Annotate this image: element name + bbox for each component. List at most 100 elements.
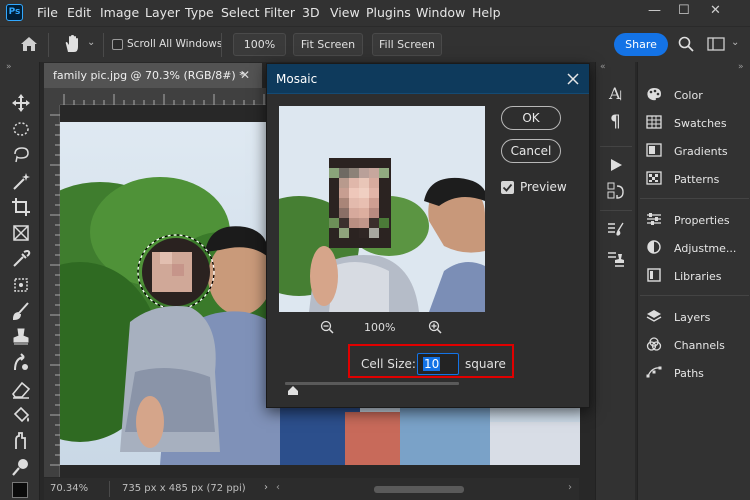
document-size-status: 735 px x 485 px (72 ppi) bbox=[122, 483, 246, 494]
menu-select[interactable]: Select bbox=[221, 5, 260, 20]
menu-layer[interactable]: Layer bbox=[145, 5, 180, 20]
menu-plugins[interactable]: Plugins bbox=[366, 5, 411, 20]
actions-play-icon[interactable] bbox=[609, 158, 623, 172]
spot-healing-icon[interactable] bbox=[10, 274, 32, 296]
menu-filter[interactable]: Filter bbox=[264, 5, 295, 20]
zoom-level-status[interactable]: 70.34% bbox=[50, 483, 88, 494]
menu-window[interactable]: Window bbox=[416, 5, 465, 20]
panel-color-label: Color bbox=[674, 89, 703, 102]
panel-patterns[interactable]: Patterns bbox=[646, 171, 719, 189]
close-tab-icon[interactable]: ✕ bbox=[240, 63, 250, 88]
foreground-color-swatch[interactable] bbox=[12, 482, 28, 498]
horizontal-scrollbar-thumb[interactable] bbox=[374, 486, 464, 493]
workspace-chevron-icon[interactable]: ⌄ bbox=[731, 37, 739, 48]
menu-image[interactable]: Image bbox=[100, 5, 139, 20]
dodge-tool-icon[interactable] bbox=[10, 456, 32, 478]
panel-layers-label: Layers bbox=[674, 311, 711, 324]
panel-swatches[interactable]: Swatches bbox=[646, 115, 727, 133]
zoom-out-icon[interactable] bbox=[320, 320, 334, 334]
menu-type[interactable]: Type bbox=[185, 5, 214, 20]
menu-help[interactable]: Help bbox=[472, 5, 501, 20]
history-panel-icon[interactable] bbox=[607, 182, 625, 200]
layers-stack-icon bbox=[646, 310, 662, 322]
crop-tool-icon[interactable] bbox=[10, 196, 32, 218]
panel-color[interactable]: Color bbox=[646, 87, 703, 105]
scroll-all-windows-label: Scroll All Windows bbox=[127, 38, 223, 50]
lasso-tool-icon[interactable] bbox=[10, 144, 32, 166]
panel-properties[interactable]: Properties bbox=[646, 212, 730, 230]
panel-adjustments[interactable]: Adjustme... bbox=[646, 240, 736, 258]
panel-paths-label: Paths bbox=[674, 367, 704, 380]
brush-settings-icon[interactable] bbox=[607, 222, 625, 236]
zoom-in-icon[interactable] bbox=[428, 320, 442, 334]
eyedropper-icon[interactable] bbox=[10, 248, 32, 270]
patterns-icon bbox=[646, 171, 662, 185]
panel-channels[interactable]: Channels bbox=[646, 337, 725, 355]
clone-source-icon[interactable] bbox=[607, 250, 625, 268]
paint-bucket-icon[interactable] bbox=[10, 404, 32, 426]
menu-file[interactable]: File bbox=[37, 5, 58, 20]
cancel-button[interactable]: Cancel bbox=[501, 139, 561, 163]
scroll-right-icon[interactable]: › bbox=[568, 482, 572, 493]
dialog-close-icon[interactable] bbox=[567, 73, 579, 85]
preview-label: Preview bbox=[520, 180, 567, 194]
preview-checkbox[interactable] bbox=[501, 181, 514, 194]
tools-panel: » bbox=[0, 62, 40, 500]
smudge-tool-icon[interactable] bbox=[10, 430, 32, 452]
zoom-100-button[interactable]: 100% bbox=[233, 33, 286, 56]
panel-icon-strip: « A | ¶ bbox=[595, 62, 635, 500]
dialog-title-bar[interactable]: Mosaic bbox=[267, 64, 589, 94]
collapse-arrows-icon[interactable]: » bbox=[6, 62, 12, 72]
magic-wand-icon[interactable] bbox=[10, 170, 32, 192]
chevron-down-icon[interactable]: ⌄ bbox=[87, 37, 95, 48]
maximize-icon[interactable]: ☐ bbox=[678, 3, 690, 18]
elliptical-marquee-icon[interactable] bbox=[10, 118, 32, 140]
search-icon[interactable] bbox=[678, 36, 694, 52]
home-icon[interactable] bbox=[20, 36, 38, 52]
channels-icon bbox=[646, 337, 662, 351]
strip-collapse-icon[interactable]: « bbox=[600, 62, 606, 72]
status-menu-arrow-icon[interactable]: › bbox=[264, 482, 268, 493]
ok-button[interactable]: OK bbox=[501, 106, 561, 130]
panel-layers[interactable]: Layers bbox=[646, 309, 710, 327]
minimize-icon[interactable]: — bbox=[648, 3, 661, 18]
scroll-all-windows-checkbox[interactable] bbox=[112, 39, 123, 50]
document-tab-title: family pic.jpg @ 70.3% (RGB/8#) * bbox=[53, 69, 245, 82]
brush-tool-icon[interactable] bbox=[10, 300, 32, 322]
cell-size-slider-thumb[interactable] bbox=[288, 386, 299, 395]
fill-screen-button[interactable]: Fill Screen bbox=[372, 33, 442, 56]
menu-view[interactable]: View bbox=[330, 5, 360, 20]
photoshop-logo: Ps bbox=[6, 4, 23, 21]
share-button[interactable]: Share bbox=[614, 33, 668, 56]
frame-tool-icon[interactable] bbox=[10, 222, 32, 244]
clone-stamp-icon[interactable] bbox=[10, 326, 32, 348]
eraser-tool-icon[interactable] bbox=[10, 378, 32, 400]
cell-size-input[interactable]: 10 bbox=[417, 353, 459, 375]
menu-3d[interactable]: 3D bbox=[302, 5, 320, 20]
document-tab[interactable]: family pic.jpg @ 70.3% (RGB/8#) * ✕ bbox=[44, 63, 262, 88]
panel-paths[interactable]: Paths bbox=[646, 365, 704, 383]
properties-sliders-icon bbox=[647, 213, 661, 225]
panel-libraries[interactable]: Libraries bbox=[646, 268, 722, 286]
menu-edit[interactable]: Edit bbox=[67, 5, 91, 20]
mosaic-dialog: Mosaic 100% OK Cancel Preview Cell Size:… bbox=[266, 63, 590, 408]
panel-channels-label: Channels bbox=[674, 339, 725, 352]
history-brush-icon[interactable] bbox=[10, 352, 32, 374]
panel-gradients[interactable]: Gradients bbox=[646, 143, 728, 161]
move-tool-icon[interactable] bbox=[10, 92, 32, 114]
cell-size-label: Cell Size: bbox=[361, 357, 416, 371]
mosaic-preview-image bbox=[279, 106, 485, 312]
hand-tool-icon[interactable] bbox=[62, 34, 82, 54]
paragraph-panel-icon[interactable]: ¶ bbox=[610, 112, 621, 132]
scroll-left-icon[interactable]: ‹ bbox=[276, 482, 280, 493]
cell-size-value: 10 bbox=[423, 357, 441, 371]
cell-size-slider-track[interactable] bbox=[285, 382, 459, 385]
filter-preview[interactable] bbox=[279, 106, 485, 312]
fit-screen-button[interactable]: Fit Screen bbox=[293, 33, 363, 56]
panel-adjustments-label: Adjustme... bbox=[674, 242, 737, 255]
close-window-icon[interactable]: ✕ bbox=[710, 3, 721, 18]
dock-collapse-icon[interactable]: » bbox=[738, 62, 744, 72]
color-palette-icon bbox=[647, 88, 661, 101]
vertical-ruler bbox=[44, 105, 60, 477]
workspace-icon[interactable] bbox=[707, 37, 725, 51]
